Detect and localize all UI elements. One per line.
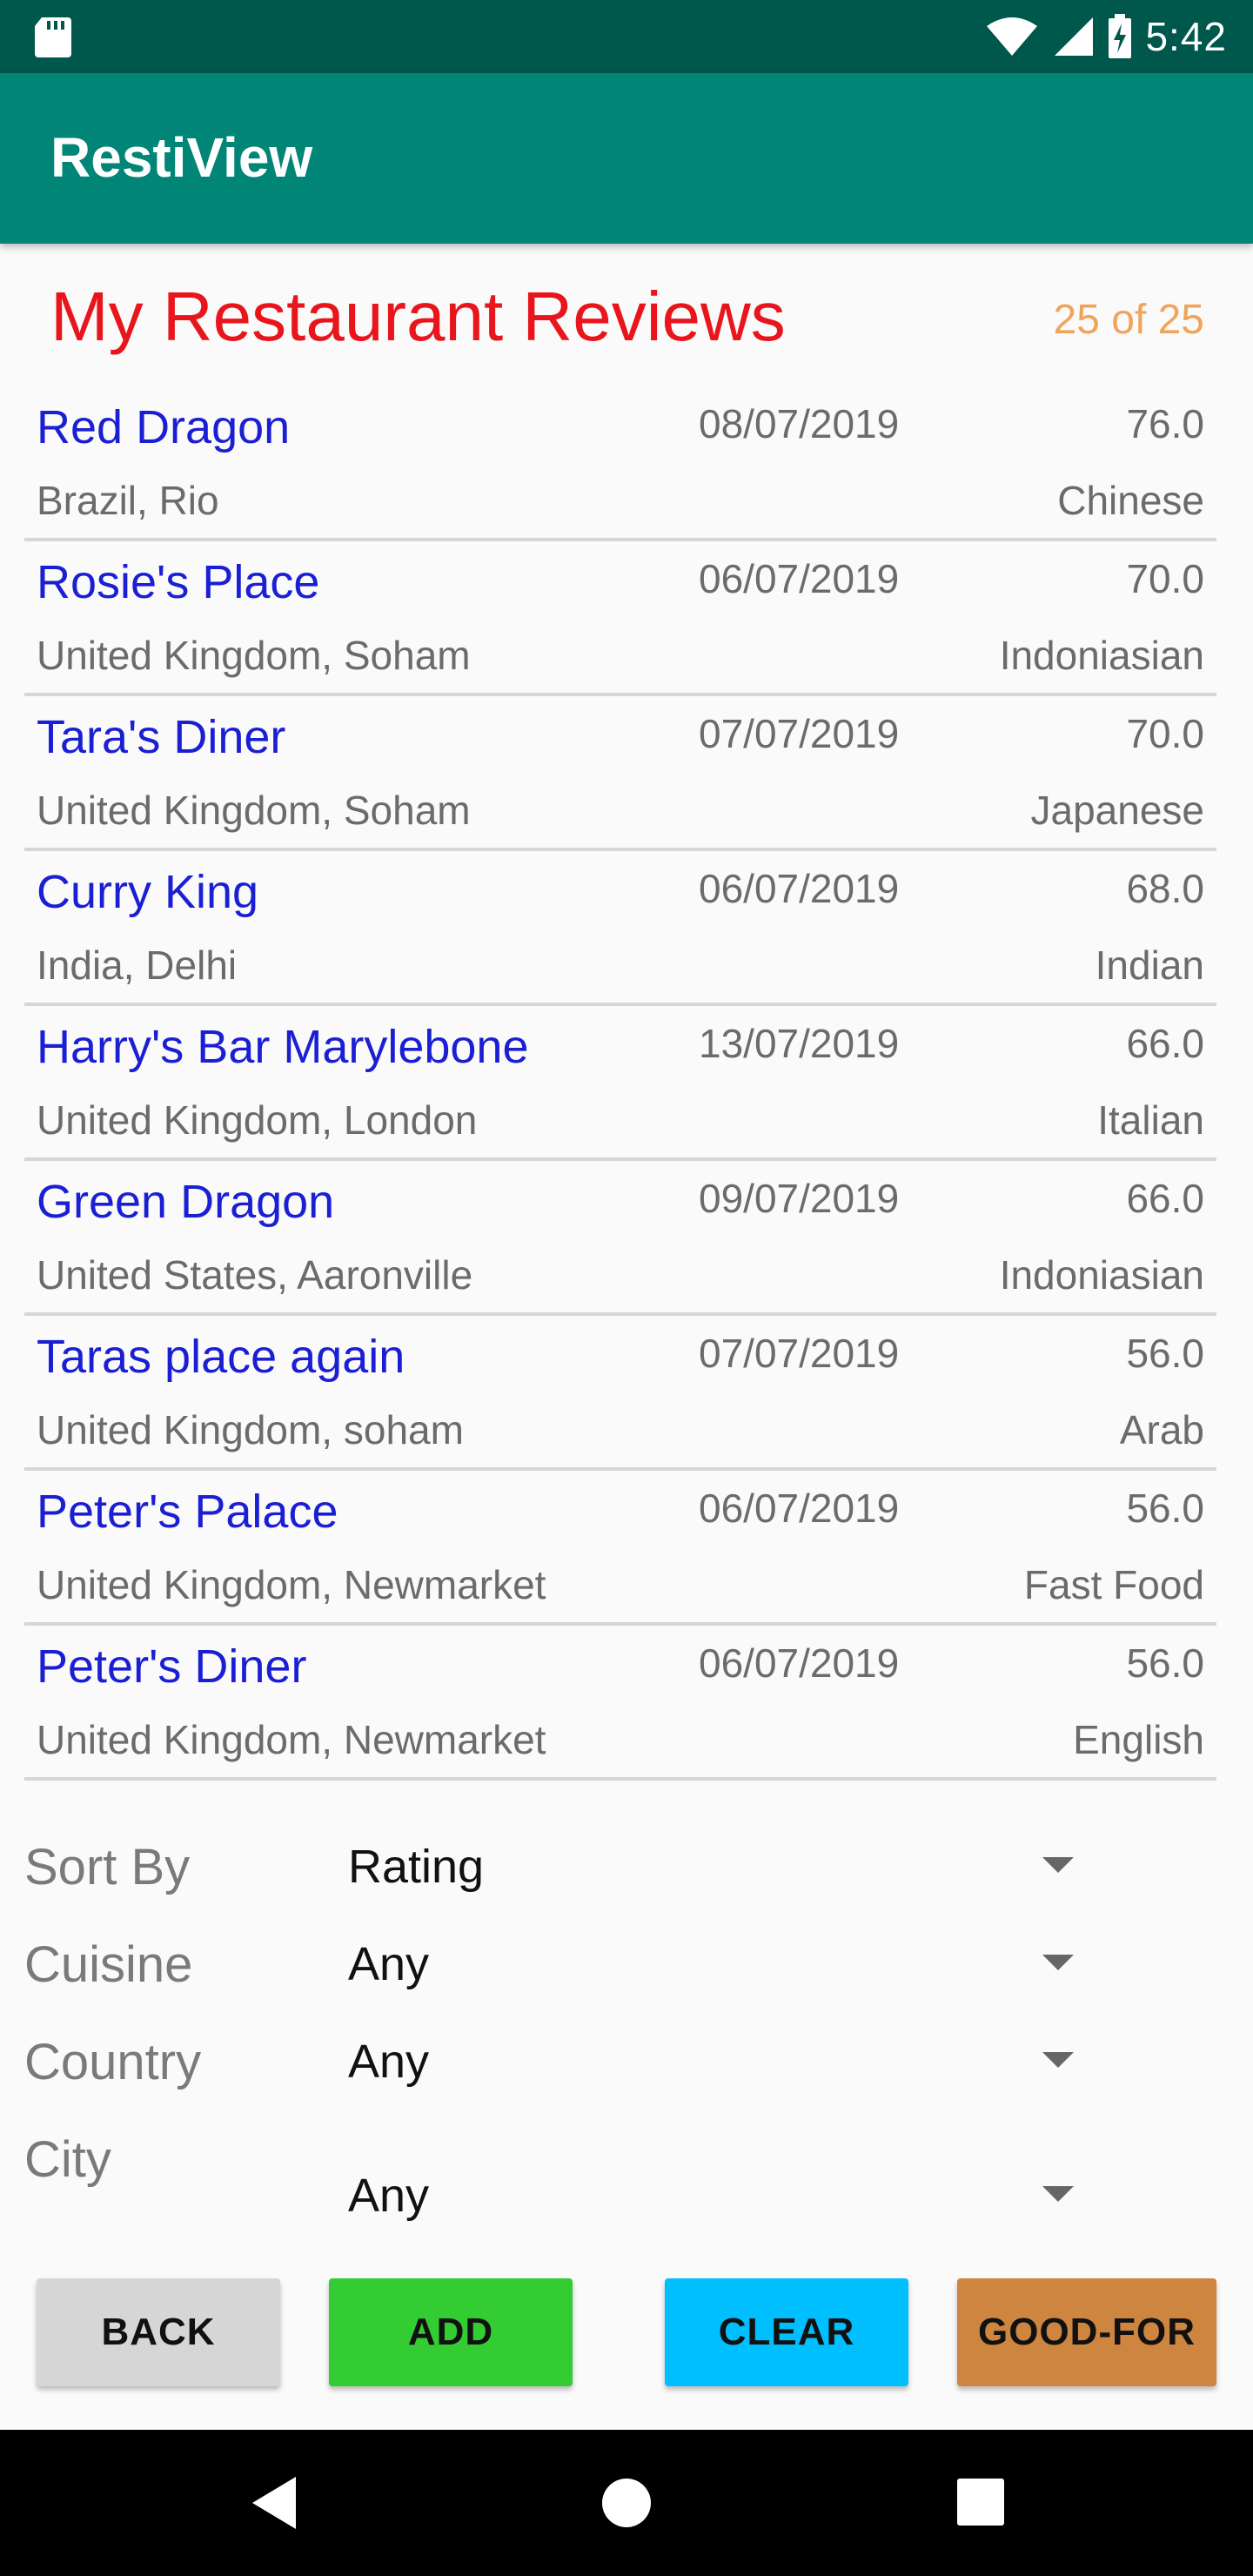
list-item[interactable]: Rosie's Place 06/07/2019 70.0 United Kin… xyxy=(24,543,1216,696)
review-date: 13/07/2019 xyxy=(699,1021,900,1066)
app-title: RestiView xyxy=(50,126,313,189)
country-label: Country xyxy=(24,2034,202,2090)
restaurant-cuisine: Indian xyxy=(1095,943,1204,988)
list-item[interactable]: Peter's Diner 06/07/2019 56.0 United Kin… xyxy=(24,1627,1216,1781)
review-score: 66.0 xyxy=(1126,1176,1204,1221)
list-item[interactable]: Green Dragon 09/07/2019 66.0 United Stat… xyxy=(24,1163,1216,1316)
list-item[interactable]: Tara's Diner 07/07/2019 70.0 United King… xyxy=(24,698,1216,851)
restaurant-cuisine: English xyxy=(1073,1717,1204,1762)
back-button[interactable]: BACK xyxy=(37,2278,280,2386)
review-date: 07/07/2019 xyxy=(699,1331,900,1376)
review-date: 06/07/2019 xyxy=(699,1486,900,1531)
review-score: 70.0 xyxy=(1126,556,1204,601)
review-score: 56.0 xyxy=(1126,1640,1204,1686)
page-title: My Restaurant Reviews xyxy=(50,278,786,355)
restaurant-cuisine: Indoniasian xyxy=(999,1252,1204,1298)
back-nav-icon[interactable] xyxy=(252,2477,296,2529)
recents-nav-icon[interactable] xyxy=(957,2479,1004,2526)
battery-charging-icon xyxy=(1109,14,1132,58)
app-bar: RestiView xyxy=(0,73,1253,244)
sort-by-label: Sort By xyxy=(24,1839,191,1895)
review-date: 06/07/2019 xyxy=(699,1640,900,1686)
list-item[interactable]: Harry's Bar Marylebone 13/07/2019 66.0 U… xyxy=(24,1008,1216,1161)
list-item[interactable]: Taras place again 07/07/2019 56.0 United… xyxy=(24,1318,1216,1471)
good-for-button[interactable]: GOOD-FOR xyxy=(957,2278,1216,2386)
cellular-signal-icon xyxy=(1055,17,1094,56)
cuisine-chevron-down-icon[interactable] xyxy=(1042,1955,1074,1970)
clear-button[interactable]: CLEAR xyxy=(665,2278,908,2386)
restaurant-location: United Kingdom, Soham xyxy=(37,788,471,833)
sd-card-icon xyxy=(35,17,71,57)
restaurant-cuisine: Indoniasian xyxy=(999,633,1204,678)
restaurant-location: United Kingdom, soham xyxy=(37,1407,464,1452)
country-dropdown[interactable]: Any xyxy=(348,2035,429,2089)
restaurant-cuisine: Japanese xyxy=(1030,788,1205,833)
restaurant-cuisine: Chinese xyxy=(1057,478,1204,523)
sort-by-dropdown[interactable]: Rating xyxy=(348,1840,484,1894)
restaurant-name: Peter's Palace xyxy=(37,1486,338,1538)
home-nav-icon[interactable] xyxy=(602,2479,651,2527)
list-item[interactable]: Peter's Palace 06/07/2019 56.0 United Ki… xyxy=(24,1472,1216,1626)
sort-by-chevron-down-icon[interactable] xyxy=(1042,1857,1074,1873)
restaurant-location: United States, Aaronville xyxy=(37,1252,473,1298)
review-count: 25 of 25 xyxy=(1053,297,1204,343)
cuisine-dropdown[interactable]: Any xyxy=(348,1937,429,1991)
restaurant-name: Red Dragon xyxy=(37,401,291,453)
restaurant-name: Taras place again xyxy=(37,1331,405,1383)
navigation-bar xyxy=(0,2430,1253,2576)
list-item[interactable]: Red Dragon 08/07/2019 76.0 Brazil, Rio C… xyxy=(24,388,1216,541)
cuisine-label: Cuisine xyxy=(24,1936,193,1993)
restaurant-location: United Kingdom, Soham xyxy=(37,633,471,678)
review-date: 06/07/2019 xyxy=(699,866,900,911)
restaurant-location: United Kingdom, London xyxy=(37,1097,478,1143)
restaurant-location: United Kingdom, Newmarket xyxy=(37,1717,546,1762)
review-score: 66.0 xyxy=(1126,1021,1204,1066)
review-date: 06/07/2019 xyxy=(699,556,900,601)
wifi-icon xyxy=(987,17,1038,56)
country-chevron-down-icon[interactable] xyxy=(1042,2052,1074,2068)
restaurant-name: Rosie's Place xyxy=(37,556,320,608)
restaurant-cuisine: Italian xyxy=(1097,1097,1204,1143)
restaurant-location: India, Delhi xyxy=(37,943,238,988)
review-date: 08/07/2019 xyxy=(699,401,900,446)
review-score: 56.0 xyxy=(1126,1331,1204,1376)
restaurant-location: United Kingdom, Newmarket xyxy=(37,1562,546,1607)
restaurant-name: Peter's Diner xyxy=(37,1640,307,1693)
city-dropdown[interactable]: Any xyxy=(348,2169,429,2223)
restaurant-name: Tara's Diner xyxy=(37,711,286,763)
restaurant-cuisine: Arab xyxy=(1119,1407,1204,1452)
status-bar: 5:42 xyxy=(0,0,1253,73)
add-button[interactable]: ADD xyxy=(329,2278,573,2386)
restaurant-name: Green Dragon xyxy=(37,1176,335,1228)
review-score: 76.0 xyxy=(1126,401,1204,446)
review-date: 07/07/2019 xyxy=(699,711,900,756)
restaurant-location: Brazil, Rio xyxy=(37,478,219,523)
restaurant-cuisine: Fast Food xyxy=(1023,1562,1204,1607)
clock-time: 5:42 xyxy=(1145,14,1227,59)
restaurant-name: Curry King xyxy=(37,866,259,918)
list-item[interactable]: Curry King 06/07/2019 68.0 India, Delhi … xyxy=(24,853,1216,1006)
review-date: 09/07/2019 xyxy=(699,1176,900,1221)
review-score: 56.0 xyxy=(1126,1486,1204,1531)
city-chevron-down-icon[interactable] xyxy=(1042,2186,1074,2202)
review-score: 70.0 xyxy=(1126,711,1204,756)
restaurant-name: Harry's Bar Marylebone xyxy=(37,1021,529,1073)
review-score: 68.0 xyxy=(1126,866,1204,911)
review-list[interactable]: Red Dragon 08/07/2019 76.0 Brazil, Rio C… xyxy=(24,388,1216,1782)
city-label: City xyxy=(24,2131,111,2188)
